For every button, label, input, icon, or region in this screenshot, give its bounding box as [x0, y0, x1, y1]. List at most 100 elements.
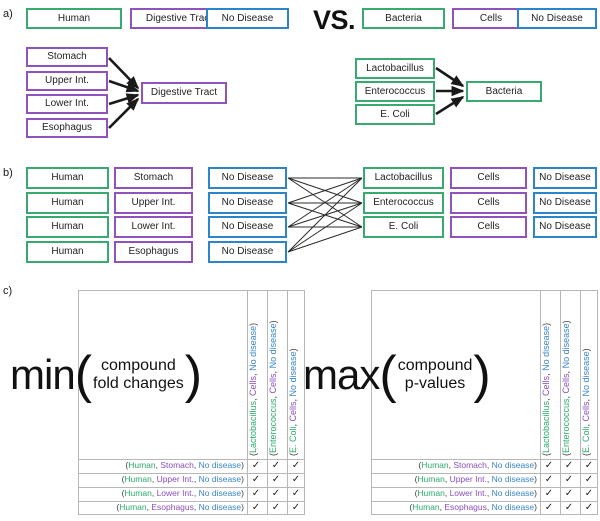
b-left-row-1-disease: No Disease: [208, 192, 287, 214]
max-cell-0-2: ✓: [584, 459, 594, 471]
min-row-header-0: (Human, Stomach, No disease): [125, 460, 244, 471]
b-right-row-0-disease: No Disease: [533, 167, 597, 189]
panel-c-label: c): [3, 285, 13, 297]
min-cell-0-0: ✓: [251, 459, 261, 471]
paren-close: ): [241, 488, 244, 499]
b-right-row-2-organism: E. Coli: [363, 216, 444, 238]
min-formula: min ( compound fold changes ): [10, 345, 202, 405]
b-left-row-1-organism: Human: [26, 192, 109, 214]
disease: No disease: [268, 323, 278, 369]
b-right-row-2-tissue: Cells: [450, 216, 527, 238]
b-left-row-3-tissue: Esophagus: [114, 241, 193, 263]
disease: No disease: [288, 351, 298, 397]
organism: Human: [124, 488, 152, 499]
max-formula: max ( compound p-values ): [303, 345, 491, 405]
entity-box-bacteria-parent: Bacteria: [466, 81, 542, 102]
min-cell-2-1: ✓: [271, 487, 281, 499]
entity-box-ecoli-a: E. Coli: [355, 104, 435, 125]
b-right-row-1-disease: No Disease: [533, 192, 597, 214]
min-row-header-2: (Human, Lower Int., No disease): [121, 488, 244, 499]
organism: Human: [412, 502, 440, 513]
min-cell-3-1: ✓: [271, 501, 281, 513]
min-cell-0-1: ✓: [271, 459, 281, 471]
entity-box-enterococcus-a: Enterococcus: [355, 81, 435, 102]
min-operand-line2: fold changes: [93, 375, 184, 392]
max-col-header-2: (E. Coli, Cells, No disease): [581, 348, 591, 456]
min-col-header-2: (E. Coli, Cells, No disease): [288, 348, 298, 456]
entity-box-upper-int-a: Upper Int.: [26, 71, 108, 91]
tissue: Esophagus: [444, 502, 487, 513]
b-left-row-2-organism: Human: [26, 216, 109, 238]
paren-close: ): [581, 348, 591, 352]
max-cell-3-0: ✓: [544, 501, 554, 513]
open-paren: (: [74, 346, 93, 404]
paren-open: (: [268, 453, 278, 456]
max-function-label: max: [303, 351, 380, 398]
organism: Lactobacillus: [541, 400, 551, 453]
paren-close: ): [241, 474, 244, 485]
max-col-header-1: (Enterococcus, Cells, No disease): [561, 320, 571, 456]
disease: No disease: [198, 474, 242, 485]
min-col-header-0: (Lactobacillus, Cells, No disease): [248, 322, 258, 456]
paren-open: (: [581, 453, 591, 456]
entity-box-digestive-tract-parent: Digestive Tract: [141, 82, 227, 104]
paren-open: (: [288, 453, 298, 456]
paren-close: ): [541, 322, 551, 326]
paren-close: ): [241, 460, 244, 471]
disease: No disease: [491, 502, 535, 513]
b-right-row-1-tissue: Cells: [450, 192, 527, 214]
b-right-row-0-organism: Lactobacillus: [363, 167, 444, 189]
b-left-row-0-tissue: Stomach: [114, 167, 193, 189]
b-right-row-0-tissue: Cells: [450, 167, 527, 189]
b-left-row-0-organism: Human: [26, 167, 109, 189]
max-row-header-0: (Human, Stomach, No disease): [418, 460, 537, 471]
max-row-header-2: (Human, Lower Int., No disease): [414, 488, 537, 499]
b-right-row-1-organism: Enterococcus: [363, 192, 444, 214]
organism: Human: [417, 474, 445, 485]
entity-box-human-a: Human: [26, 8, 122, 29]
max-row-header-3: (Human, Esophagus, No disease): [409, 502, 537, 513]
tissue: Upper Int.: [156, 474, 194, 485]
paren-close: ): [268, 320, 278, 324]
tissue: Cells: [288, 401, 298, 422]
max-cell-0-0: ✓: [544, 459, 554, 471]
entity-box-no-disease-a-left: No Disease: [206, 8, 289, 29]
close-paren: ): [184, 346, 203, 404]
max-operand-line1: compound: [397, 357, 473, 375]
organism: Enterococcus: [561, 398, 571, 453]
tissue: Stomach: [453, 460, 487, 471]
entity-box-esophagus-a: Esophagus: [26, 118, 108, 138]
max-cell-1-2: ✓: [584, 473, 594, 485]
paren-close: ): [534, 488, 537, 499]
min-cell-3-0: ✓: [251, 501, 261, 513]
b-left-row-3-disease: No Disease: [208, 241, 287, 263]
b-left-row-1-tissue: Upper Int.: [114, 192, 193, 214]
b-right-row-2-disease: No Disease: [533, 216, 597, 238]
min-cell-2-2: ✓: [291, 487, 301, 499]
paren-close: ): [534, 474, 537, 485]
tissue: Upper Int.: [449, 474, 487, 485]
tissue: Cells: [541, 375, 551, 396]
b-left-row-2-disease: No Disease: [208, 216, 287, 238]
disease: No disease: [541, 325, 551, 371]
disease: No disease: [491, 474, 535, 485]
b-left-row-0-disease: No Disease: [208, 167, 287, 189]
tissue: Esophagus: [151, 502, 194, 513]
entity-box-lower-int-a: Lower Int.: [26, 94, 108, 114]
min-col-header-1: (Enterococcus, Cells, No disease): [268, 320, 278, 456]
paren-open: (: [248, 453, 258, 456]
organism: Human: [119, 502, 147, 513]
tissue: Stomach: [160, 460, 194, 471]
entity-box-stomach-a: Stomach: [26, 47, 108, 67]
max-cell-2-0: ✓: [544, 487, 554, 499]
organism: Enterococcus: [268, 398, 278, 453]
tissue: Cells: [268, 373, 278, 394]
close-paren: ): [473, 346, 491, 404]
min-function-label: min: [10, 351, 76, 398]
max-row-header-1: (Human, Upper Int., No disease): [414, 474, 537, 485]
max-cell-1-0: ✓: [544, 473, 554, 485]
entity-box-bacteria-a: Bacteria: [362, 8, 445, 29]
max-cell-3-1: ✓: [564, 501, 574, 513]
organism: Lactobacillus: [248, 400, 258, 453]
max-cell-3-2: ✓: [584, 501, 594, 513]
